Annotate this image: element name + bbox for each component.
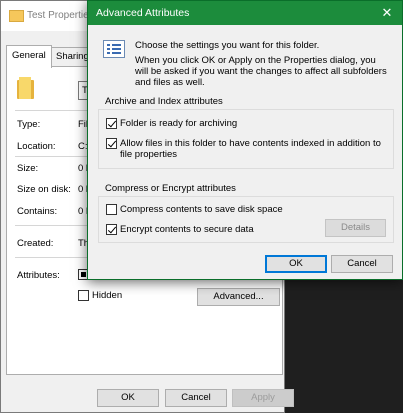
dialog-cancel-button[interactable]: Cancel: [331, 255, 393, 273]
dialog-title: Advanced Attributes: [96, 7, 190, 19]
details-button[interactable]: Details: [325, 219, 386, 237]
index-label: Allow files in this folder to have conte…: [120, 138, 381, 160]
cancel-button[interactable]: Cancel: [165, 389, 227, 407]
dialog-ok-button[interactable]: OK: [265, 255, 327, 273]
dialog-titlebar[interactable]: Advanced Attributes ✕: [88, 1, 402, 25]
apply-button[interactable]: Apply: [232, 389, 294, 407]
ok-button[interactable]: OK: [97, 389, 159, 407]
index-checkbox[interactable]: [106, 138, 117, 149]
tab-general[interactable]: General: [6, 45, 52, 68]
location-label: Location:: [17, 141, 56, 152]
advanced-button[interactable]: Advanced...: [197, 288, 280, 306]
type-label: Type:: [17, 119, 41, 130]
close-icon[interactable]: ✕: [376, 4, 398, 22]
contains-label: Contains:: [17, 206, 58, 217]
settings-list-icon: [103, 40, 125, 58]
hidden-label: Hidden: [92, 290, 123, 301]
folder-icon: [9, 10, 24, 22]
intro-text: Choose the settings you want for this fo…: [135, 40, 390, 88]
archive-checkbox[interactable]: [106, 118, 117, 129]
hidden-checkbox[interactable]: [78, 290, 89, 301]
archive-label: Folder is ready for archiving: [120, 118, 238, 129]
compress-group-legend: Compress or Encrypt attributes: [105, 183, 236, 194]
intro-line-2: When you click OK or Apply on the Proper…: [135, 55, 387, 88]
advanced-attributes-dialog: Advanced Attributes ✕ Choose the setting…: [87, 0, 403, 280]
size-label: Size:: [17, 163, 39, 174]
size-on-disk-label: Size on disk:: [17, 184, 71, 195]
intro-line-1: Choose the settings you want for this fo…: [135, 40, 320, 51]
attributes-label: Attributes:: [17, 270, 60, 281]
created-label: Created:: [17, 238, 54, 249]
folder-icon: [17, 77, 34, 99]
encrypt-checkbox[interactable]: [106, 224, 117, 235]
archive-group-legend: Archive and Index attributes: [105, 96, 223, 107]
compress-label: Compress contents to save disk space: [120, 204, 283, 215]
encrypt-label: Encrypt contents to secure data: [120, 224, 254, 235]
compress-checkbox[interactable]: [106, 204, 117, 215]
properties-title: Test Properties: [27, 10, 94, 21]
